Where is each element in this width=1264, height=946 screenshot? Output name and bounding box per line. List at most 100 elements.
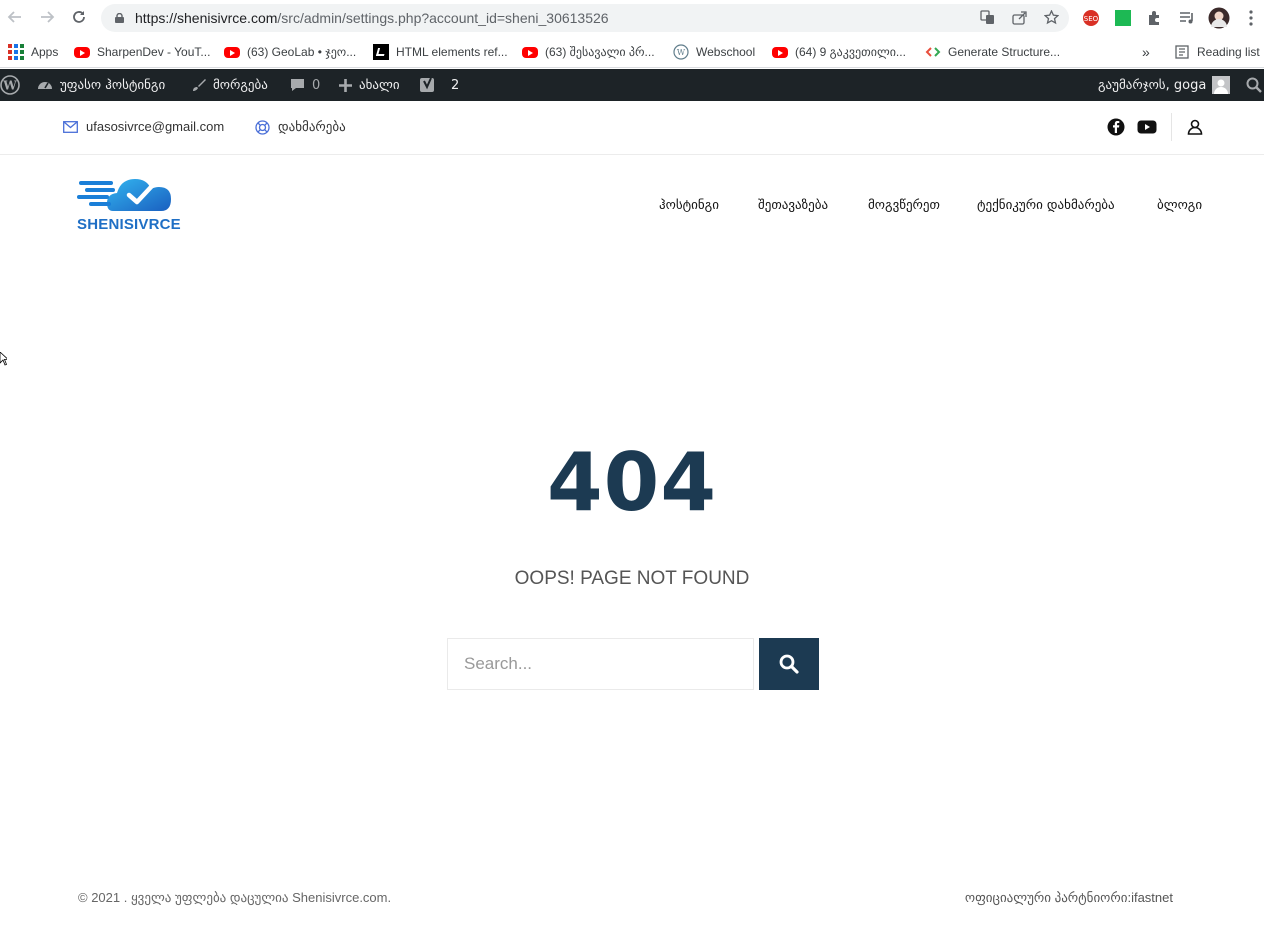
help-link[interactable]: დახმარება <box>255 119 346 135</box>
nav-tech-support[interactable]: ტექნიკური დახმარება <box>977 198 1115 213</box>
seo-extension-icon[interactable]: SEO <box>1082 9 1100 27</box>
bookmark-sharpendev[interactable]: SharpenDev - YouT... <box>74 42 210 62</box>
chrome-menu-icon[interactable] <box>1242 9 1260 27</box>
wp-new-content[interactable]: ახალი <box>338 69 400 101</box>
bookmark-html-elements[interactable]: HTML elements ref... <box>373 42 508 62</box>
bookmark-apps[interactable]: Apps <box>8 42 58 62</box>
bookmarks-bar: Apps SharpenDev - YouT... (63) GeoLab • … <box>0 36 1264 68</box>
nav-blog[interactable]: ბლოგი <box>1157 198 1202 213</box>
lock-icon <box>115 13 124 23</box>
plus-icon <box>339 78 352 92</box>
site-top-strip: ufasosivrce@gmail.com დახმარება <box>0 101 1264 155</box>
bookmarks-overflow-button[interactable]: » <box>1142 42 1150 62</box>
arrow-right-icon <box>41 11 55 23</box>
mdn-icon <box>373 44 389 60</box>
svg-text:W: W <box>2 79 17 93</box>
wp-new-label: ახალი <box>359 77 400 93</box>
reading-list-icon <box>1175 45 1189 59</box>
facebook-icon[interactable] <box>1107 118 1125 136</box>
url-text: https://shenisivrce.com/src/admin/settin… <box>135 10 609 26</box>
wp-comments[interactable]: 0 <box>289 69 320 101</box>
footer-copyright: © 2021 . ყველა უფლება დაცულია Shenisivrc… <box>78 890 392 905</box>
arrow-left-icon <box>7 11 21 23</box>
share-icon[interactable] <box>1011 10 1027 26</box>
bookmark-label: (63) GeoLab • ჯეო... <box>247 45 357 59</box>
error-code: 404 <box>547 436 717 529</box>
bookmark-label: SharpenDev - YouT... <box>97 45 211 59</box>
media-queue-icon[interactable] <box>1178 9 1196 27</box>
bookmark-intro[interactable]: (63) შესავალი პრ... <box>522 42 655 62</box>
footer-partner[interactable]: ოფიციალური პარტნიორი:ifastnet <box>965 890 1173 906</box>
dashboard-gauge-icon <box>38 82 52 89</box>
bookmark-lesson9[interactable]: (64) 9 გაკვეთილი... <box>772 42 906 62</box>
apps-grid-icon <box>8 44 24 60</box>
reload-icon <box>73 11 85 23</box>
wp-site-name-label: უფასო ჰოსტინგი <box>60 77 166 93</box>
bookmark-star-icon[interactable] <box>1043 9 1059 26</box>
wp-account-menu[interactable]: გაუმარჯოს, goga <box>1098 69 1231 101</box>
forward-button[interactable] <box>37 7 57 27</box>
bookmark-label: (63) შესავალი პრ... <box>545 45 655 59</box>
bookmark-geolab[interactable]: (63) GeoLab • ჯეო... <box>224 42 356 62</box>
svg-text:W: W <box>677 48 686 57</box>
bookmark-label: Webschool <box>696 45 756 59</box>
youtube-icon <box>224 46 240 58</box>
bookmark-label: HTML elements ref... <box>396 45 508 59</box>
envelope-icon <box>63 120 78 133</box>
bookmark-label: (64) 9 გაკვეთილი... <box>795 45 906 59</box>
wp-greeting: გაუმარჯოს, goga <box>1098 77 1207 93</box>
contact-email-link[interactable]: ufasosivrce@gmail.com <box>63 119 224 134</box>
nav-offers[interactable]: შეთავაზება <box>758 198 828 213</box>
contact-email-text: ufasosivrce@gmail.com <box>86 119 225 134</box>
bookmark-label: Generate Structure... <box>948 45 1061 59</box>
comment-bubble-icon <box>291 79 304 91</box>
reload-button[interactable] <box>69 7 89 27</box>
back-button[interactable] <box>5 7 25 27</box>
wp-logo-button[interactable]: W <box>0 69 20 101</box>
bookmark-webschool[interactable]: W Webschool <box>673 42 755 62</box>
browser-toolbar: https://shenisivrce.com/src/admin/settin… <box>0 0 1264 36</box>
wp-comments-count: 0 <box>312 77 321 93</box>
nav-hosting[interactable]: ჰოსტინგი <box>659 198 719 213</box>
wordpress-icon: W <box>673 44 689 60</box>
wp-site-name[interactable]: უფასო ჰოსტინგი <box>36 69 165 101</box>
translate-icon[interactable] <box>979 10 995 26</box>
youtube-channel-icon[interactable] <box>1137 118 1157 136</box>
wp-admin-bar: W უფასო ჰოსტინგი მორგება 0 ახალი 2 გაუმა… <box>0 69 1264 101</box>
reading-list-button[interactable]: Reading list <box>1174 42 1260 62</box>
search-input[interactable] <box>447 638 754 690</box>
logo-text: SHENISIVRCE <box>77 216 181 233</box>
wp-customize-label: მორგება <box>213 77 268 93</box>
lifebuoy-icon <box>255 119 270 135</box>
search-icon <box>779 654 799 674</box>
url-host: https://shenisivrce.com <box>135 10 278 26</box>
youtube-icon <box>772 46 788 58</box>
strip-divider <box>1171 113 1172 141</box>
code-icon <box>925 47 941 57</box>
green-extension-icon[interactable] <box>1114 9 1132 27</box>
bookmark-generate-structure[interactable]: Generate Structure... <box>925 42 1060 62</box>
chevron-double-right-icon: » <box>1142 44 1150 60</box>
site-logo[interactable]: SHENISIVRCE <box>77 167 189 235</box>
reading-list-label: Reading list <box>1197 45 1260 59</box>
svg-text:SEO: SEO <box>1084 15 1099 23</box>
wp-yoast-seo[interactable]: 2 <box>419 69 459 101</box>
puzzle-extensions-icon[interactable] <box>1146 9 1164 27</box>
yoast-icon <box>420 77 434 92</box>
address-bar[interactable]: https://shenisivrce.com/src/admin/settin… <box>101 4 1069 32</box>
wordpress-logo-icon: W <box>0 75 20 95</box>
cloud-check-logo-icon <box>77 179 171 211</box>
nav-contact[interactable]: მოგვწერეთ <box>868 198 940 213</box>
search-icon <box>1246 77 1262 93</box>
user-account-icon[interactable] <box>1186 118 1204 136</box>
url-path: /src/admin/settings.php?account_id=sheni… <box>277 10 609 26</box>
error-message: OOPS! PAGE NOT FOUND <box>514 568 750 589</box>
bookmark-label: Apps <box>31 45 59 59</box>
search-button[interactable] <box>759 638 819 690</box>
youtube-icon <box>74 46 90 58</box>
profile-avatar-icon[interactable] <box>1208 7 1230 29</box>
wp-yoast-count: 2 <box>451 77 460 93</box>
brush-icon <box>193 79 206 91</box>
wp-customize[interactable]: მორგება <box>191 69 268 101</box>
wp-search-button[interactable] <box>1246 69 1262 101</box>
